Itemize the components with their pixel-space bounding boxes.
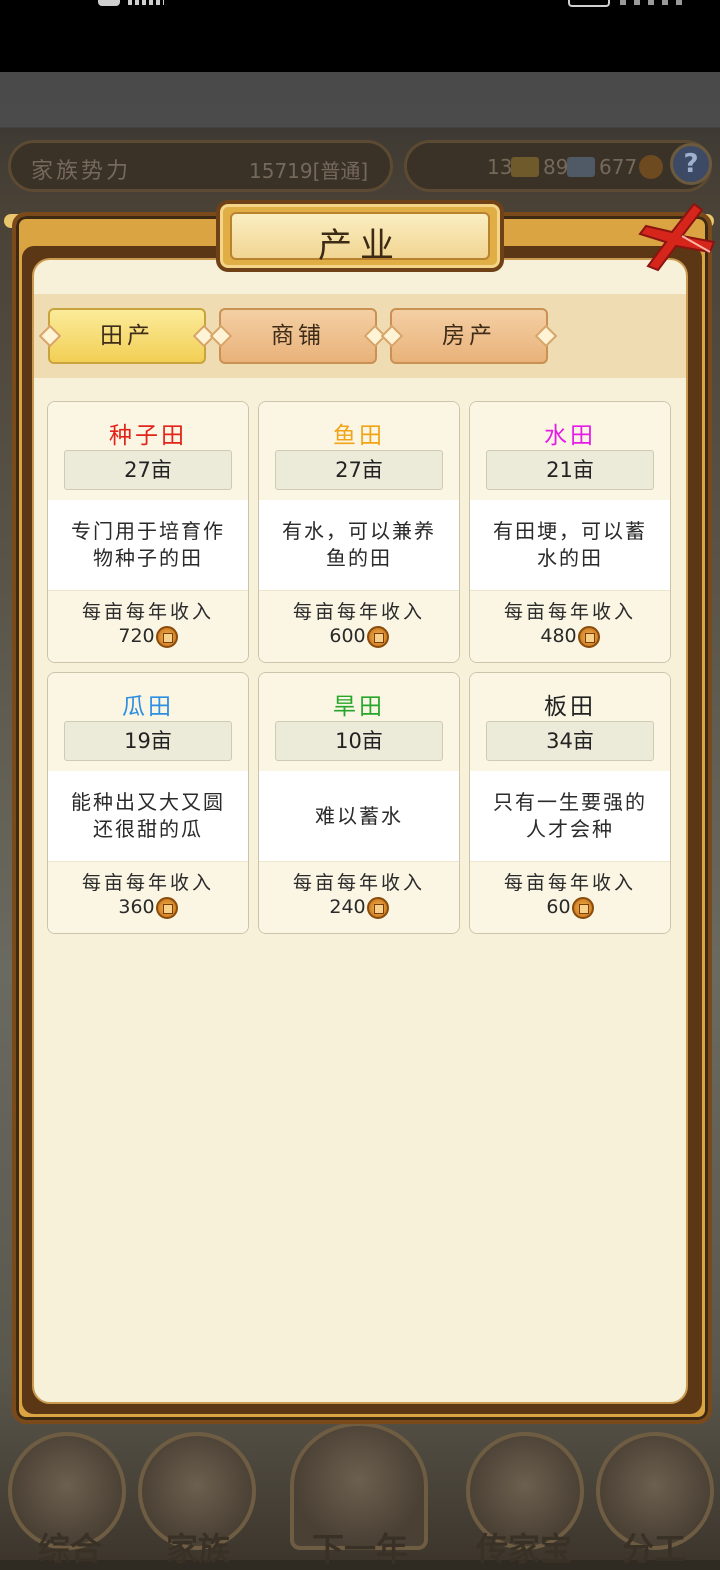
field-desc: 只有一生要强的 人才会种 [493, 790, 647, 841]
income-label: 每亩每年收入 [292, 872, 425, 894]
field-desc: 专门用于培育作 物种子的田 [71, 519, 225, 570]
coin-icon [366, 896, 389, 919]
gold-count: 13 [487, 155, 513, 179]
income-label: 每亩每年收入 [292, 601, 425, 623]
income-value: 600 [329, 625, 366, 647]
income-label: 每亩每年收入 [81, 872, 214, 894]
income-label: 每亩每年收入 [503, 872, 636, 894]
field-name: 旱田 [333, 694, 385, 720]
notification-icon [98, 0, 120, 6]
field-desc: 能种出又大又圆 还很甜的瓜 [71, 790, 225, 841]
next-year-label: 下一年 [311, 1530, 408, 1568]
field-name: 水田 [544, 423, 596, 449]
field-desc: 有水，可以兼养 鱼的田 [282, 519, 436, 570]
family-power-value: 15719[普通] [249, 159, 369, 183]
coin-icon [366, 625, 389, 648]
help-button[interactable]: ? [670, 143, 712, 185]
gold-ingot-icon [511, 157, 539, 177]
bottom-dock: 综合 家族 下一年 传家宝 分工 [0, 1410, 720, 1568]
coin-icon [577, 625, 600, 648]
tab-farmland[interactable]: 田产 [48, 308, 206, 364]
field-name: 板田 [544, 694, 596, 720]
coin-icon [571, 896, 594, 919]
field-name: 瓜田 [122, 694, 174, 720]
income-label: 每亩每年收入 [81, 601, 214, 623]
field-area: 27亩 [275, 450, 443, 490]
field-area: 34亩 [486, 721, 654, 761]
field-area: 21亩 [486, 450, 654, 490]
tab-housing[interactable]: 房产 [390, 308, 548, 364]
tab-shops[interactable]: 商铺 [219, 308, 377, 364]
family-label: 家族 [165, 1530, 230, 1568]
signal-icon [128, 0, 164, 5]
field-card-dry[interactable]: 旱田 10亩 难以蓄水 每亩每年收入 240 [258, 672, 460, 934]
coin-icon [155, 625, 178, 648]
status-icons [620, 0, 690, 5]
field-card-paddy[interactable]: 水田 21亩 有田埂，可以蓄 水的田 每亩每年收入 480 [469, 401, 671, 663]
field-card-seed[interactable]: 种子田 27亩 专门用于培育作 物种子的田 每亩每年收入 720 [47, 401, 249, 663]
income-value: 240 [329, 896, 366, 918]
battery-icon [568, 0, 610, 7]
coin-count: 677 [599, 155, 638, 179]
field-desc: 有田埂，可以蓄 水的田 [493, 519, 647, 570]
field-name: 鱼田 [333, 423, 385, 449]
income-value: 720 [118, 625, 155, 647]
field-area: 19亩 [64, 721, 232, 761]
field-desc: 难以蓄水 [315, 804, 403, 828]
silver-count: 89 [543, 155, 569, 179]
field-card-fish[interactable]: 鱼田 27亩 有水，可以兼养 鱼的田 每亩每年收入 600 [258, 401, 460, 663]
coin-icon [155, 896, 178, 919]
silver-ingot-icon [567, 157, 595, 177]
income-value: 360 [118, 896, 155, 918]
close-button[interactable] [636, 196, 718, 278]
family-power-bar[interactable]: 家族势力 15719[普通] [8, 140, 393, 192]
field-name: 种子田 [109, 423, 187, 449]
field-card-melon[interactable]: 瓜田 19亩 能种出又大又圆 还很甜的瓜 每亩每年收入 360 [47, 672, 249, 934]
family-power-label: 家族势力 [31, 159, 132, 184]
assign-work-label: 分工 [621, 1530, 686, 1568]
income-value: 60 [546, 896, 571, 918]
resource-bar[interactable]: 13 89 677 [404, 140, 712, 192]
heirloom-label: 传家宝 [475, 1530, 572, 1568]
income-label: 每亩每年收入 [503, 601, 636, 623]
panel-title-plate: 产业 [216, 200, 504, 272]
field-area: 27亩 [64, 450, 232, 490]
coin-icon [639, 155, 663, 179]
status-bar [0, 0, 720, 72]
close-icon [638, 202, 716, 272]
field-card-hard[interactable]: 板田 34亩 只有一生要强的 人才会种 每亩每年收入 60 [469, 672, 671, 934]
overview-label: 综合 [37, 1530, 102, 1568]
field-area: 10亩 [275, 721, 443, 761]
panel-title: 产业 [318, 226, 402, 266]
income-value: 480 [540, 625, 577, 647]
